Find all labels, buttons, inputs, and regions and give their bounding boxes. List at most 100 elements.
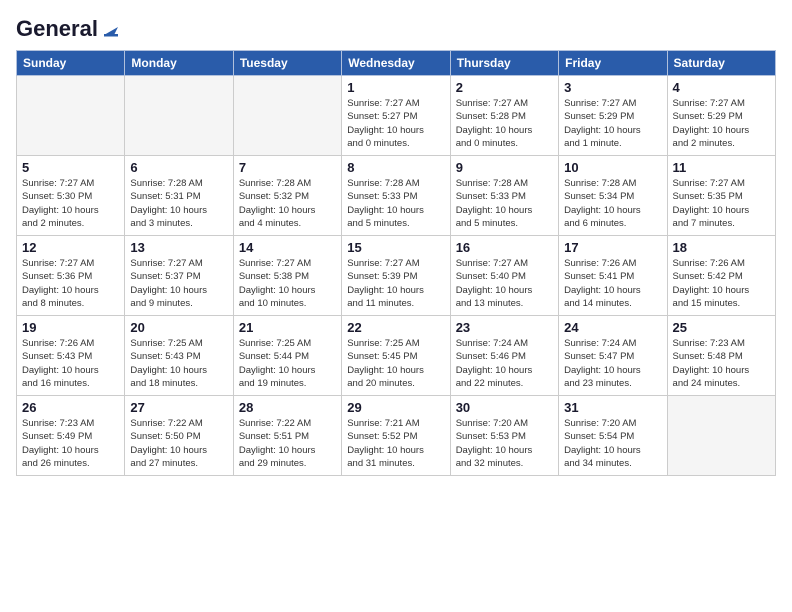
calendar-cell: 15 Sunrise: 7:27 AM Sunset: 5:39 PM Dayli… [342,236,450,316]
cell-info: Sunrise: 7:24 AM Sunset: 5:47 PM Dayligh… [564,337,661,390]
day-number: 30 [456,400,553,415]
day-number: 8 [347,160,444,175]
cell-info: Sunrise: 7:27 AM Sunset: 5:40 PM Dayligh… [456,257,553,310]
logo: General [16,16,122,38]
calendar-cell: 14Sunrise: 7:27 AM Sunset: 5:38 PM Dayli… [233,236,341,316]
day-number: 15 [347,240,444,255]
col-header-tuesday: Tuesday [233,51,341,76]
calendar-cell [667,396,775,476]
calendar-cell: 6 Sunrise: 7:28 AM Sunset: 5:31 PM Daylig… [125,156,233,236]
cell-info: Sunrise: 7:26 AM Sunset: 5:41 PM Dayligh… [564,257,661,310]
calendar-cell: 27Sunrise: 7:22 AM Sunset: 5:50 PM Dayli… [125,396,233,476]
calendar-cell [125,76,233,156]
col-header-thursday: Thursday [450,51,558,76]
calendar-cell: 9Sunrise: 7:28 AM Sunset: 5:33 PM Daylig… [450,156,558,236]
cell-info: Sunrise: 7:22 AM Sunset: 5:51 PM Dayligh… [239,417,336,470]
week-row-2: 5 Sunrise: 7:27 AM Sunset: 5:30 PM Daylig… [17,156,776,236]
calendar-cell: 12Sunrise: 7:27 AM Sunset: 5:36 PM Dayli… [17,236,125,316]
day-number: 22 [347,320,444,335]
cell-info: Sunrise: 7:27 AM Sunset: 5:28 PM Dayligh… [456,97,553,150]
cell-info: Sunrise: 7:27 AM Sunset: 5:36 PM Dayligh… [22,257,119,310]
cell-info: Sunrise: 7:27 AM Sunset: 5:35 PM Dayligh… [673,177,770,230]
cell-info: Sunrise: 7:27 AM Sunset: 5:39 PM Dayligh… [347,257,444,310]
cell-info: Sunrise: 7:27 AM Sunset: 5:30 PM Dayligh… [22,177,119,230]
calendar-cell: 24 Sunrise: 7:24 AM Sunset: 5:47 PM Dayli… [559,316,667,396]
day-number: 6 [130,160,227,175]
day-number: 10 [564,160,661,175]
col-header-wednesday: Wednesday [342,51,450,76]
day-number: 2 [456,80,553,95]
day-number: 5 [22,160,119,175]
day-number: 1 [347,80,444,95]
calendar-cell: 2 Sunrise: 7:27 AM Sunset: 5:28 PM Daylig… [450,76,558,156]
calendar-cell: 5 Sunrise: 7:27 AM Sunset: 5:30 PM Daylig… [17,156,125,236]
logo-arrow-icon [100,17,122,39]
cell-info: Sunrise: 7:20 AM Sunset: 5:53 PM Dayligh… [456,417,553,470]
calendar-cell: 18 Sunrise: 7:26 AM Sunset: 5:42 PM Dayli… [667,236,775,316]
cell-info: Sunrise: 7:26 AM Sunset: 5:42 PM Dayligh… [673,257,770,310]
cell-info: Sunrise: 7:20 AM Sunset: 5:54 PM Dayligh… [564,417,661,470]
day-number: 19 [22,320,119,335]
day-number: 26 [22,400,119,415]
calendar-cell: 13 Sunrise: 7:27 AM Sunset: 5:37 PM Dayli… [125,236,233,316]
cell-info: Sunrise: 7:27 AM Sunset: 5:37 PM Dayligh… [130,257,227,310]
day-number: 3 [564,80,661,95]
col-header-sunday: Sunday [17,51,125,76]
calendar-cell: 23 Sunrise: 7:24 AM Sunset: 5:46 PM Dayli… [450,316,558,396]
day-number: 9 [456,160,553,175]
day-number: 31 [564,400,661,415]
calendar-cell [17,76,125,156]
day-number: 18 [673,240,770,255]
calendar-cell: 21Sunrise: 7:25 AM Sunset: 5:44 PM Dayli… [233,316,341,396]
calendar-table: SundayMondayTuesdayWednesdayThursdayFrid… [16,50,776,476]
day-number: 4 [673,80,770,95]
day-number: 7 [239,160,336,175]
col-header-saturday: Saturday [667,51,775,76]
calendar-cell: 29 Sunrise: 7:21 AM Sunset: 5:52 PM Dayli… [342,396,450,476]
calendar-cell: 30 Sunrise: 7:20 AM Sunset: 5:53 PM Dayli… [450,396,558,476]
day-number: 28 [239,400,336,415]
calendar-cell: 8Sunrise: 7:28 AM Sunset: 5:33 PM Daylig… [342,156,450,236]
calendar-cell: 31 Sunrise: 7:20 AM Sunset: 5:54 PM Dayli… [559,396,667,476]
col-header-friday: Friday [559,51,667,76]
calendar-cell: 7 Sunrise: 7:28 AM Sunset: 5:32 PM Daylig… [233,156,341,236]
col-header-monday: Monday [125,51,233,76]
cell-info: Sunrise: 7:23 AM Sunset: 5:48 PM Dayligh… [673,337,770,390]
day-number: 14 [239,240,336,255]
day-number: 24 [564,320,661,335]
cell-info: Sunrise: 7:27 AM Sunset: 5:29 PM Dayligh… [673,97,770,150]
calendar-cell: 11Sunrise: 7:27 AM Sunset: 5:35 PM Dayli… [667,156,775,236]
week-row-5: 26 Sunrise: 7:23 AM Sunset: 5:49 PM Dayli… [17,396,776,476]
calendar-cell: 16Sunrise: 7:27 AM Sunset: 5:40 PM Dayli… [450,236,558,316]
day-number: 20 [130,320,227,335]
week-row-4: 19 Sunrise: 7:26 AM Sunset: 5:43 PM Dayli… [17,316,776,396]
day-number: 23 [456,320,553,335]
calendar-cell: 22 Sunrise: 7:25 AM Sunset: 5:45 PM Dayli… [342,316,450,396]
cell-info: Sunrise: 7:28 AM Sunset: 5:34 PM Dayligh… [564,177,661,230]
day-number: 25 [673,320,770,335]
week-row-3: 12Sunrise: 7:27 AM Sunset: 5:36 PM Dayli… [17,236,776,316]
day-number: 29 [347,400,444,415]
calendar-cell: 19 Sunrise: 7:26 AM Sunset: 5:43 PM Dayli… [17,316,125,396]
logo-block: General [16,16,122,38]
calendar-cell: 28 Sunrise: 7:22 AM Sunset: 5:51 PM Dayli… [233,396,341,476]
cell-info: Sunrise: 7:23 AM Sunset: 5:49 PM Dayligh… [22,417,119,470]
calendar-cell: 25 Sunrise: 7:23 AM Sunset: 5:48 PM Dayli… [667,316,775,396]
day-number: 17 [564,240,661,255]
calendar-cell: 4 Sunrise: 7:27 AM Sunset: 5:29 PM Daylig… [667,76,775,156]
cell-info: Sunrise: 7:28 AM Sunset: 5:31 PM Dayligh… [130,177,227,230]
cell-info: Sunrise: 7:21 AM Sunset: 5:52 PM Dayligh… [347,417,444,470]
cell-info: Sunrise: 7:26 AM Sunset: 5:43 PM Dayligh… [22,337,119,390]
cell-info: Sunrise: 7:27 AM Sunset: 5:27 PM Dayligh… [347,97,444,150]
day-number: 21 [239,320,336,335]
logo-general: General [16,16,98,42]
calendar-cell: 10 Sunrise: 7:28 AM Sunset: 5:34 PM Dayli… [559,156,667,236]
calendar-cell: 20Sunrise: 7:25 AM Sunset: 5:43 PM Dayli… [125,316,233,396]
calendar-header-row: SundayMondayTuesdayWednesdayThursdayFrid… [17,51,776,76]
calendar-cell: 3Sunrise: 7:27 AM Sunset: 5:29 PM Daylig… [559,76,667,156]
day-number: 13 [130,240,227,255]
week-row-1: 1 Sunrise: 7:27 AM Sunset: 5:27 PM Daylig… [17,76,776,156]
cell-info: Sunrise: 7:24 AM Sunset: 5:46 PM Dayligh… [456,337,553,390]
cell-info: Sunrise: 7:25 AM Sunset: 5:45 PM Dayligh… [347,337,444,390]
cell-info: Sunrise: 7:28 AM Sunset: 5:32 PM Dayligh… [239,177,336,230]
